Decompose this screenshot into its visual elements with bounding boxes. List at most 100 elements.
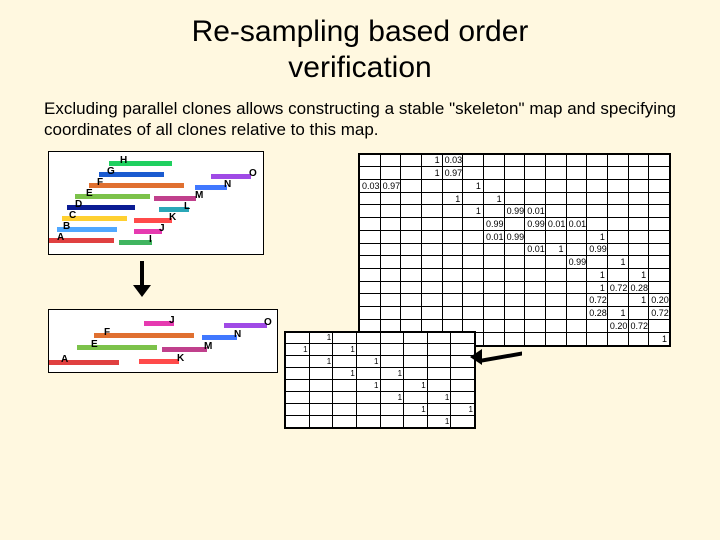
matrix-cell: [356, 368, 380, 380]
matrix-cell: 1: [333, 344, 357, 356]
matrix-cell: [309, 391, 333, 403]
matrix-cell: 1: [427, 391, 451, 403]
matrix-cell: 1: [404, 380, 428, 392]
matrix-cell: [360, 205, 381, 218]
matrix-cell: [525, 268, 546, 281]
matrix-cell: [649, 179, 670, 192]
matrix-cell: [566, 154, 587, 167]
matrix-cell: [360, 192, 381, 205]
clone-label: J: [159, 223, 165, 234]
matrix-cell: [360, 230, 381, 243]
matrix-cell: [628, 167, 649, 180]
matrix-cell: [401, 230, 422, 243]
matrix-cell: [380, 281, 401, 294]
matrix-cell: [360, 268, 381, 281]
matrix-cell: [380, 167, 401, 180]
clone-label: O: [264, 317, 272, 328]
clone-bar: [119, 240, 152, 245]
matrix-cell: [380, 344, 404, 356]
matrix-cell: [463, 218, 484, 231]
matrix-cell: [463, 294, 484, 307]
matrix-cell: [607, 179, 628, 192]
matrix-cell: 0.20: [607, 319, 628, 332]
clone-label: F: [97, 177, 103, 188]
matrix-cell: [525, 307, 546, 320]
matrix-cell: [286, 368, 310, 380]
matrix-cell: [401, 192, 422, 205]
matrix-cell: [442, 179, 463, 192]
matrix-cell: [442, 218, 463, 231]
matrix-cell: [607, 218, 628, 231]
matrix-cell: 0.72: [628, 319, 649, 332]
matrix-cell: [545, 294, 566, 307]
matrix-cell: [649, 167, 670, 180]
title-line-1: Re-sampling based order: [192, 15, 529, 48]
matrix-cell: [483, 281, 504, 294]
matrix-cell: [442, 268, 463, 281]
matrix-cell: [442, 294, 463, 307]
matrix-cell: 0.72: [649, 307, 670, 320]
matrix-cell: [451, 368, 475, 380]
clone-map-skeleton: JOFNEMKA: [48, 309, 278, 373]
matrix-cell: [483, 243, 504, 256]
matrix-cell: 1: [380, 391, 404, 403]
matrix-cell: [401, 205, 422, 218]
matrix-cell: [309, 368, 333, 380]
matrix-cell: [483, 179, 504, 192]
clone-label: F: [104, 327, 110, 338]
matrix-cell: [545, 205, 566, 218]
matrix-cell: [566, 167, 587, 180]
matrix-cell: [404, 391, 428, 403]
matrix-cell: [628, 332, 649, 345]
clone-label: H: [120, 155, 127, 166]
matrix-cell: [286, 403, 310, 415]
matrix-cell: [463, 243, 484, 256]
clone-label: I: [149, 234, 152, 245]
matrix-cell: [483, 268, 504, 281]
matrix-cell: [587, 205, 608, 218]
matrix-cell: [380, 403, 404, 415]
matrix-cell: [525, 256, 546, 269]
matrix-cell: 1: [404, 403, 428, 415]
matrix-cell: [421, 179, 442, 192]
matrix-cell: [421, 268, 442, 281]
matrix-cell: [566, 281, 587, 294]
matrix-cell: [380, 332, 404, 344]
matrix-cell: [356, 391, 380, 403]
matrix-cell: [545, 332, 566, 345]
matrix-cell: [504, 218, 525, 231]
body-paragraph: Excluding parallel clones allows constru…: [44, 98, 676, 141]
matrix-cell: [421, 192, 442, 205]
matrix-cell: [286, 356, 310, 368]
matrix-cell: 0.99: [525, 218, 546, 231]
matrix-cell: [504, 154, 525, 167]
matrix-full: 10.0310.970.030.9711110.990.010.990.990.…: [358, 153, 671, 347]
clone-bar: [202, 335, 237, 340]
matrix-cell: [380, 192, 401, 205]
matrix-cell: [401, 294, 422, 307]
matrix-cell: [427, 344, 451, 356]
matrix-cell: [566, 319, 587, 332]
matrix-cell: [566, 192, 587, 205]
matrix-cell: [649, 154, 670, 167]
matrix-cell: [401, 218, 422, 231]
matrix-cell: [504, 294, 525, 307]
clone-label: M: [204, 341, 212, 352]
matrix-cell: 0.99: [587, 243, 608, 256]
matrix-cell: [649, 192, 670, 205]
matrix-cell: [649, 319, 670, 332]
clone-label: C: [69, 210, 76, 221]
matrix-cell: 1: [333, 368, 357, 380]
matrix-cell: [504, 256, 525, 269]
clone-bar: [162, 347, 207, 352]
matrix-cell: [451, 415, 475, 427]
matrix-cell: [360, 256, 381, 269]
matrix-cell: [628, 192, 649, 205]
matrix-cell: [427, 356, 451, 368]
matrix-cell: [463, 307, 484, 320]
matrix-cell: [545, 268, 566, 281]
matrix-cell: [525, 332, 546, 345]
matrix-cell: [463, 154, 484, 167]
matrix-cell: [401, 268, 422, 281]
matrix-cell: [309, 344, 333, 356]
